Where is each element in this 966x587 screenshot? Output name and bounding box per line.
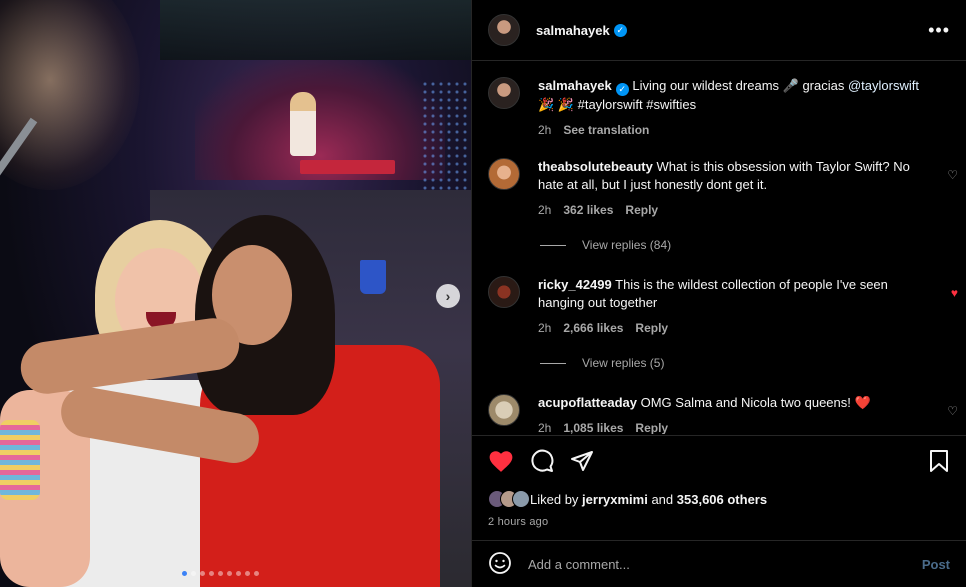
post-timestamp: 2 hours ago (488, 516, 549, 528)
comment-item: acupoflatteaday OMG Salma and Nicola two… (488, 394, 958, 434)
carousel-dot (218, 571, 223, 576)
comment-username[interactable]: theabsolutebeauty (538, 159, 653, 174)
comment-likes[interactable]: 2,666 likes (563, 319, 623, 337)
bookmark-icon[interactable] (928, 449, 950, 476)
comment-item: theabsolutebeauty What is this obsession… (488, 158, 958, 219)
likes-and: and (651, 491, 674, 507)
reply-button[interactable]: Reply (635, 419, 668, 434)
chevron-right-icon: › (445, 288, 451, 304)
see-translation-link[interactable]: See translation (563, 121, 649, 139)
carousel-dot (200, 571, 205, 576)
verified-badge-icon: ✓ (615, 82, 629, 96)
friendship-bracelets (0, 420, 40, 500)
comment-time: 2h (538, 321, 552, 335)
comment-like-heart-icon[interactable]: ♡ (947, 404, 958, 418)
caption-text: Living our wildest dreams 🎤 gracias (632, 78, 845, 93)
replies-divider (540, 362, 566, 364)
view-replies-label: View replies (84) (582, 238, 672, 252)
comment-input[interactable] (528, 556, 922, 572)
comment-text: OMG Salma and Nicola two queens! ❤️ (640, 395, 871, 410)
carousel-dot (236, 571, 241, 576)
comment-likes[interactable]: 362 likes (563, 201, 613, 219)
comment-item: ricky_42499 This is the wildest collecti… (488, 276, 958, 337)
likes-count[interactable]: 353,606 others (677, 492, 767, 507)
avatar[interactable] (488, 158, 520, 190)
avatar (512, 490, 530, 508)
comment-username[interactable]: acupoflatteaday (538, 395, 637, 410)
author-username[interactable]: salmahayek (536, 23, 610, 38)
carousel-dots (182, 571, 259, 576)
post-header: salmahayek ✓ ••• (472, 0, 966, 61)
emoji-icon[interactable] (488, 551, 512, 578)
stage-piano (300, 160, 395, 174)
liker-username[interactable]: jerryxmimi (582, 492, 648, 507)
add-comment-bar: Post (472, 540, 966, 587)
carousel-dot (245, 571, 250, 576)
blue-cup (360, 260, 386, 294)
verified-badge-icon: ✓ (613, 23, 627, 37)
post-details-panel: salmahayek ✓ ••• salmahayek ✓ Living our … (471, 0, 966, 587)
likes-prefix: Liked by (530, 491, 579, 507)
caption-username[interactable]: salmahayek (538, 78, 612, 93)
heart-icon[interactable] (488, 449, 514, 476)
likes-summary: Liked by jerryxmimi and 353,606 others (488, 490, 950, 508)
more-options-icon[interactable]: ••• (928, 20, 950, 41)
stage-truss (160, 0, 471, 60)
caption-time: 2h (538, 122, 552, 137)
avatar[interactable] (488, 394, 520, 426)
comment-time: 2h (538, 421, 552, 434)
comments-list[interactable]: salmahayek ✓ Living our wildest dreams 🎤 … (472, 62, 966, 434)
crowd-lights (421, 80, 471, 200)
avatar[interactable] (488, 14, 520, 46)
avatar[interactable] (488, 77, 520, 109)
carousel-dot (182, 571, 187, 576)
comment-username[interactable]: ricky_42499 (538, 277, 612, 292)
reply-button[interactable]: Reply (625, 201, 658, 219)
view-replies-label: View replies (5) (582, 356, 665, 370)
comment-time: 2h (538, 203, 552, 217)
comment-liked-heart-icon[interactable]: ♥ (951, 286, 958, 300)
carousel-dot (254, 571, 259, 576)
comment-likes[interactable]: 1,085 likes (563, 419, 623, 434)
avatar[interactable] (488, 276, 520, 308)
carousel-dot (227, 571, 232, 576)
caption-mention[interactable]: @taylorswift (848, 78, 919, 93)
next-slide-button[interactable]: › (436, 284, 460, 308)
comment-like-heart-icon[interactable]: ♡ (947, 168, 958, 182)
comment-icon[interactable] (530, 449, 554, 476)
view-replies-button[interactable]: View replies (5) (540, 356, 664, 370)
view-replies-button[interactable]: View replies (84) (540, 238, 671, 252)
reply-button[interactable]: Reply (635, 319, 668, 337)
light-glow (0, 0, 140, 190)
post-actions: Liked by jerryxmimi and 353,606 others 2… (472, 435, 966, 528)
replies-divider (540, 244, 566, 246)
stage-performer (290, 92, 316, 156)
caption: salmahayek ✓ Living our wildest dreams 🎤 … (488, 77, 958, 139)
carousel-dot (209, 571, 214, 576)
liker-avatars (488, 490, 530, 508)
carousel-dot (191, 571, 196, 576)
share-icon[interactable] (570, 449, 594, 476)
post-comment-button[interactable]: Post (922, 557, 950, 572)
caption-hashtags[interactable]: 🎉 🎉 #taylorswift #swifties (538, 97, 696, 112)
post-photo[interactable]: › (0, 0, 471, 587)
